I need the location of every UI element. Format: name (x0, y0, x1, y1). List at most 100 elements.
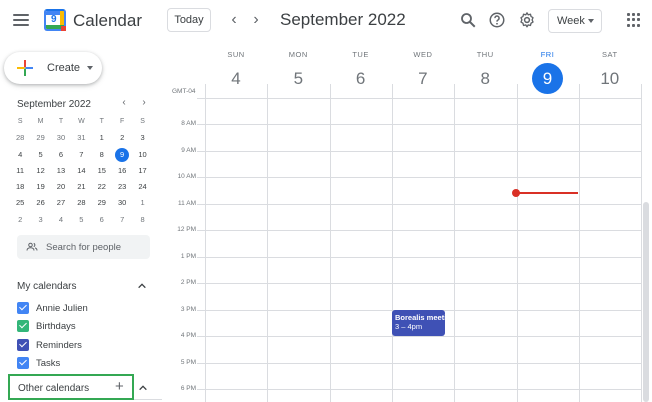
my-calendars-title[interactable]: My calendars (17, 281, 76, 292)
mini-calendar-day[interactable]: 29 (30, 130, 50, 146)
mini-calendar-day[interactable]: 5 (30, 147, 50, 163)
mini-calendar-day[interactable]: 21 (71, 179, 91, 195)
day-number-text: 6 (355, 69, 366, 88)
calendar-checkbox[interactable] (17, 320, 29, 332)
mini-calendar-day-number: 7 (79, 149, 84, 159)
mini-calendar-day[interactable]: 15 (92, 163, 112, 179)
mini-calendar-day[interactable]: 4 (51, 212, 71, 228)
hour-label: 6 PM (180, 385, 196, 392)
mini-calendar-day[interactable]: 6 (51, 147, 71, 163)
day-header-wed[interactable]: WED 7 (392, 50, 454, 94)
mini-calendar-prev-button[interactable]: ‹ (118, 97, 130, 109)
mini-calendar-day[interactable]: 2 (10, 212, 30, 228)
mini-calendar-next-button[interactable]: › (138, 97, 150, 109)
mini-calendar-day[interactable]: 30 (112, 195, 132, 211)
mini-calendar-day[interactable]: 18 (10, 179, 30, 195)
app-title: Calendar (73, 11, 142, 30)
add-other-calendar-button[interactable]: + (115, 379, 124, 394)
other-calendars-title[interactable]: Other calendars (18, 383, 89, 394)
mini-calendar-day-number: 13 (56, 165, 66, 175)
mini-calendar-day[interactable]: 19 (30, 179, 50, 195)
mini-calendar-day[interactable]: 20 (51, 179, 71, 195)
mini-calendar-day[interactable]: 23 (112, 179, 132, 195)
day-header-sat[interactable]: SAT 10 (579, 50, 641, 94)
week-grid[interactable] (197, 84, 643, 402)
mini-calendar-day[interactable]: 5 (71, 212, 91, 228)
day-header-fri[interactable]: FRI 9 (517, 50, 579, 94)
hour-divider (197, 389, 641, 390)
day-column-divider (454, 84, 456, 402)
day-number[interactable]: 10 (579, 64, 641, 94)
caret-down-icon (87, 66, 93, 70)
main-menu-icon[interactable] (12, 11, 30, 29)
calendar-checkbox[interactable] (17, 357, 29, 369)
calendar-checkbox[interactable] (17, 302, 29, 314)
hour-label: 2 PM (180, 279, 196, 286)
previous-week-button[interactable]: ‹ (224, 10, 244, 30)
next-week-button[interactable]: › (246, 10, 266, 30)
settings-gear-icon[interactable] (518, 11, 536, 29)
day-number[interactable]: 6 (330, 64, 392, 94)
mini-calendar-day[interactable]: 2 (112, 130, 132, 146)
mini-calendar-day[interactable]: 16 (112, 163, 132, 179)
mini-calendar-day[interactable]: 17 (132, 163, 152, 179)
mini-calendar-day[interactable]: 10 (132, 147, 152, 163)
mini-calendar-day[interactable]: 12 (30, 163, 50, 179)
google-apps-icon[interactable] (627, 13, 641, 27)
calendar-checkbox[interactable] (17, 339, 29, 351)
mini-calendar-day[interactable]: 26 (30, 195, 50, 211)
calendar-event[interactable]: Borealis meeting 3 – 4pm (392, 310, 445, 336)
mini-calendar-day-number: 7 (120, 214, 125, 224)
chevron-up-icon[interactable] (138, 383, 148, 393)
day-column-divider (267, 84, 269, 402)
mini-calendar-day[interactable]: 1 (132, 195, 152, 211)
mini-calendar-today[interactable]: 9 (112, 147, 132, 163)
mini-calendar-day[interactable]: 4 (10, 147, 30, 163)
today-button[interactable]: Today (167, 8, 211, 32)
hour-label: 10 AM (177, 173, 196, 180)
mini-calendar-day[interactable]: 27 (51, 195, 71, 211)
help-icon[interactable] (488, 11, 506, 29)
mini-calendar-day[interactable]: 7 (112, 212, 132, 228)
mini-calendar-day[interactable]: 14 (71, 163, 91, 179)
mini-calendar-day[interactable]: 30 (51, 130, 71, 146)
vertical-scrollbar[interactable] (643, 202, 649, 402)
mini-calendar-day[interactable]: 11 (10, 163, 30, 179)
day-name: FRI (540, 50, 555, 59)
day-number[interactable]: 7 (392, 64, 454, 94)
chevron-up-icon[interactable] (137, 281, 147, 291)
day-header-mon[interactable]: MON 5 (267, 50, 329, 94)
mini-calendar-day[interactable]: 1 (92, 130, 112, 146)
day-number[interactable]: 9 (517, 63, 579, 94)
mini-calendar-day[interactable]: 29 (92, 195, 112, 211)
day-header-sun[interactable]: SUN 4 (205, 50, 267, 94)
mini-calendar-day[interactable]: 28 (71, 195, 91, 211)
mini-calendar-day[interactable]: 8 (132, 212, 152, 228)
mini-calendar-day[interactable]: 13 (51, 163, 71, 179)
view-selector[interactable]: Week (548, 9, 602, 33)
day-header-tue[interactable]: TUE 6 (330, 50, 392, 94)
mini-calendar-day[interactable]: 3 (132, 130, 152, 146)
mini-calendar-day[interactable]: 25 (10, 195, 30, 211)
mini-calendar-day[interactable]: 22 (92, 179, 112, 195)
mini-calendar-day[interactable]: 24 (132, 179, 152, 195)
day-header-thu[interactable]: THU 8 (454, 50, 516, 94)
mini-calendar-day[interactable]: 6 (92, 212, 112, 228)
mini-calendar-day[interactable]: 7 (71, 147, 91, 163)
day-number[interactable]: 4 (205, 64, 267, 94)
hour-divider (197, 177, 641, 178)
hour-label: 9 AM (181, 146, 196, 154)
create-button[interactable]: Create (4, 52, 102, 84)
search-icon[interactable] (459, 11, 477, 29)
mini-calendar-day[interactable]: 28 (10, 130, 30, 146)
colorful-plus-icon (17, 60, 33, 76)
mini-calendar-day[interactable]: 3 (30, 212, 50, 228)
top-bar: 9 Calendar Today ‹ › September 2022 Week (0, 0, 652, 40)
day-number[interactable]: 8 (454, 64, 516, 94)
day-number[interactable]: 5 (267, 64, 329, 94)
mini-calendar-weekday: S (140, 118, 145, 125)
search-people-input[interactable]: Search for people (17, 235, 150, 259)
mini-calendar-day-number: 4 (18, 149, 23, 159)
mini-calendar-day[interactable]: 8 (92, 147, 112, 163)
mini-calendar-day[interactable]: 31 (71, 130, 91, 146)
